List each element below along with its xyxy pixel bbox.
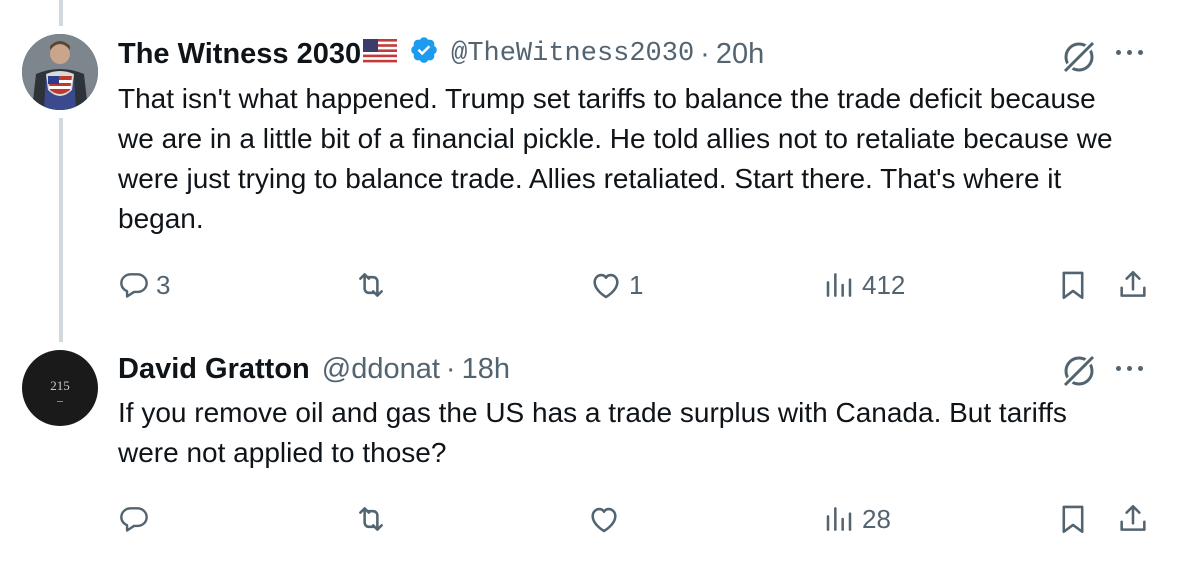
grok-icon[interactable] bbox=[1060, 38, 1098, 76]
reply-icon bbox=[120, 273, 148, 298]
us-flag-icon bbox=[363, 38, 398, 71]
views-icon bbox=[826, 507, 852, 531]
separator: · bbox=[445, 352, 456, 385]
verified-badge-icon bbox=[409, 35, 439, 73]
tweet-text: That isn't what happened. Trump set tari… bbox=[118, 83, 1113, 234]
tweet-header: The Witness 2030 @TheWitness2030 · 20h bbox=[118, 36, 764, 72]
like-icon bbox=[593, 273, 619, 299]
like-button[interactable]: 1 bbox=[589, 266, 643, 304]
like-button[interactable] bbox=[587, 500, 621, 538]
share-icon bbox=[1120, 504, 1146, 531]
bookmark-button[interactable] bbox=[1056, 266, 1090, 304]
grok-icon[interactable] bbox=[1060, 352, 1098, 390]
bookmark-icon bbox=[1062, 505, 1084, 534]
like-count: 1 bbox=[629, 269, 644, 300]
repost-button[interactable] bbox=[354, 500, 388, 538]
views-button[interactable]: 28 bbox=[824, 500, 891, 538]
reply-button[interactable]: 3 bbox=[118, 266, 170, 304]
separator: · bbox=[700, 37, 710, 70]
timestamp[interactable]: 20h bbox=[716, 38, 764, 71]
views-icon bbox=[826, 273, 852, 297]
display-name[interactable]: The Witness 2030 bbox=[118, 38, 361, 71]
avatar-image bbox=[22, 34, 98, 110]
like-icon bbox=[591, 507, 617, 533]
thread-line-top bbox=[59, 0, 63, 26]
share-icon bbox=[1120, 270, 1146, 297]
timestamp[interactable]: 18h bbox=[462, 353, 510, 386]
reply-icon bbox=[120, 507, 148, 532]
thread-line bbox=[59, 118, 63, 342]
avatar-text: 215 bbox=[50, 378, 70, 393]
avatar[interactable]: 215 bbox=[22, 350, 98, 426]
tweet-header: David Gratton @ddonat · 18h bbox=[118, 351, 510, 387]
views-button[interactable]: 412 bbox=[824, 266, 905, 304]
view-count: 28 bbox=[862, 503, 891, 534]
repost-button[interactable] bbox=[354, 266, 388, 304]
tweet-text: If you remove oil and gas the US has a t… bbox=[118, 397, 1067, 468]
avatar-mark bbox=[57, 401, 63, 402]
more-icon[interactable] bbox=[1114, 44, 1148, 64]
reply-count: 3 bbox=[156, 269, 171, 300]
handle[interactable]: @ddonat bbox=[322, 353, 440, 386]
more-icon[interactable] bbox=[1114, 360, 1148, 380]
handle[interactable]: @TheWitness2030 bbox=[451, 39, 694, 69]
share-button[interactable] bbox=[1116, 500, 1150, 538]
repost-icon bbox=[359, 273, 383, 297]
avatar[interactable] bbox=[22, 34, 98, 110]
share-button[interactable] bbox=[1116, 266, 1150, 304]
bookmark-icon bbox=[1062, 271, 1084, 300]
bookmark-button[interactable] bbox=[1056, 500, 1090, 538]
display-name[interactable]: David Gratton bbox=[118, 353, 310, 386]
view-count: 412 bbox=[862, 269, 906, 300]
repost-icon bbox=[359, 507, 383, 531]
reply-button[interactable] bbox=[118, 500, 150, 538]
